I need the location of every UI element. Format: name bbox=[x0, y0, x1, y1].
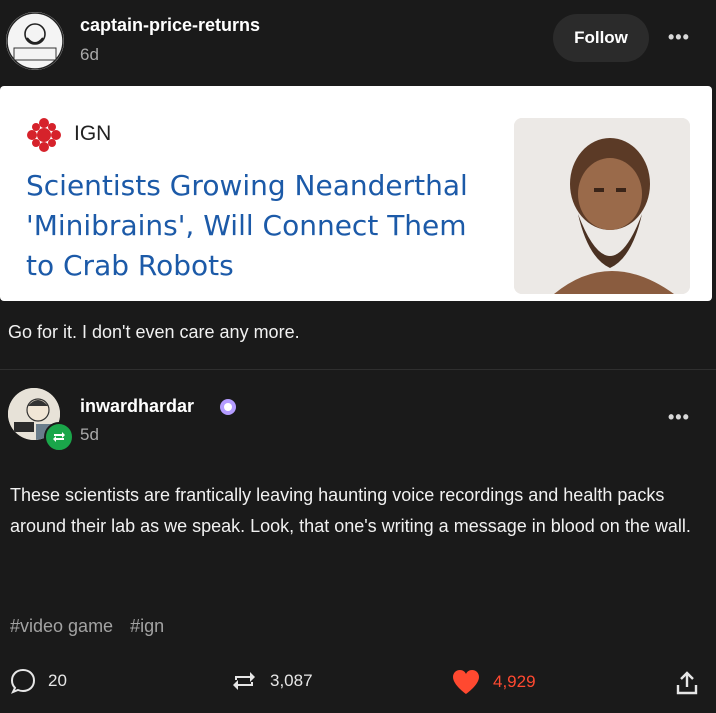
reblog-count: 3,087 bbox=[270, 671, 313, 690]
link-thumbnail bbox=[514, 118, 690, 294]
share-icon[interactable] bbox=[675, 670, 699, 701]
reblog-button[interactable]: 3,087 bbox=[230, 668, 313, 694]
post-caption: Go for it. I don't even care any more. bbox=[8, 322, 300, 342]
reblog-author[interactable]: inwardhardar bbox=[80, 396, 194, 417]
avatar[interactable] bbox=[6, 12, 64, 70]
comment-count: 20 bbox=[48, 671, 67, 690]
reblog-body: These scientists are frantically leaving… bbox=[10, 485, 691, 536]
comment-icon bbox=[10, 668, 36, 694]
link-headline[interactable]: Scientists Growing Neanderthal 'Minibrai… bbox=[26, 166, 496, 286]
like-count: 4,929 bbox=[493, 672, 536, 691]
reblog-timestamp: 5d bbox=[80, 425, 99, 444]
reblog-icon bbox=[44, 422, 74, 452]
like-heart-icon bbox=[453, 670, 479, 694]
comments-button[interactable]: 20 bbox=[10, 668, 67, 694]
like-button[interactable]: 4,929 bbox=[451, 668, 536, 696]
tag-list: #video game #ign bbox=[10, 616, 176, 637]
post-timestamp: 6d bbox=[80, 45, 99, 64]
reblog-count-icon bbox=[233, 672, 255, 690]
link-card[interactable]: IGN Scientists Growing Neanderthal 'Mini… bbox=[0, 86, 712, 301]
post-author[interactable]: captain-price-returns bbox=[80, 15, 260, 36]
tag-item[interactable]: #ign bbox=[130, 616, 164, 636]
verified-badge-icon bbox=[219, 398, 237, 416]
link-source: IGN bbox=[74, 122, 112, 145]
tag-item[interactable]: #video game bbox=[10, 616, 113, 636]
ign-logo bbox=[26, 117, 62, 153]
more-options-icon[interactable]: ••• bbox=[668, 27, 690, 48]
post-divider bbox=[0, 369, 716, 370]
reblog-more-options-icon[interactable]: ••• bbox=[668, 407, 690, 428]
follow-button[interactable]: Follow bbox=[553, 14, 649, 62]
